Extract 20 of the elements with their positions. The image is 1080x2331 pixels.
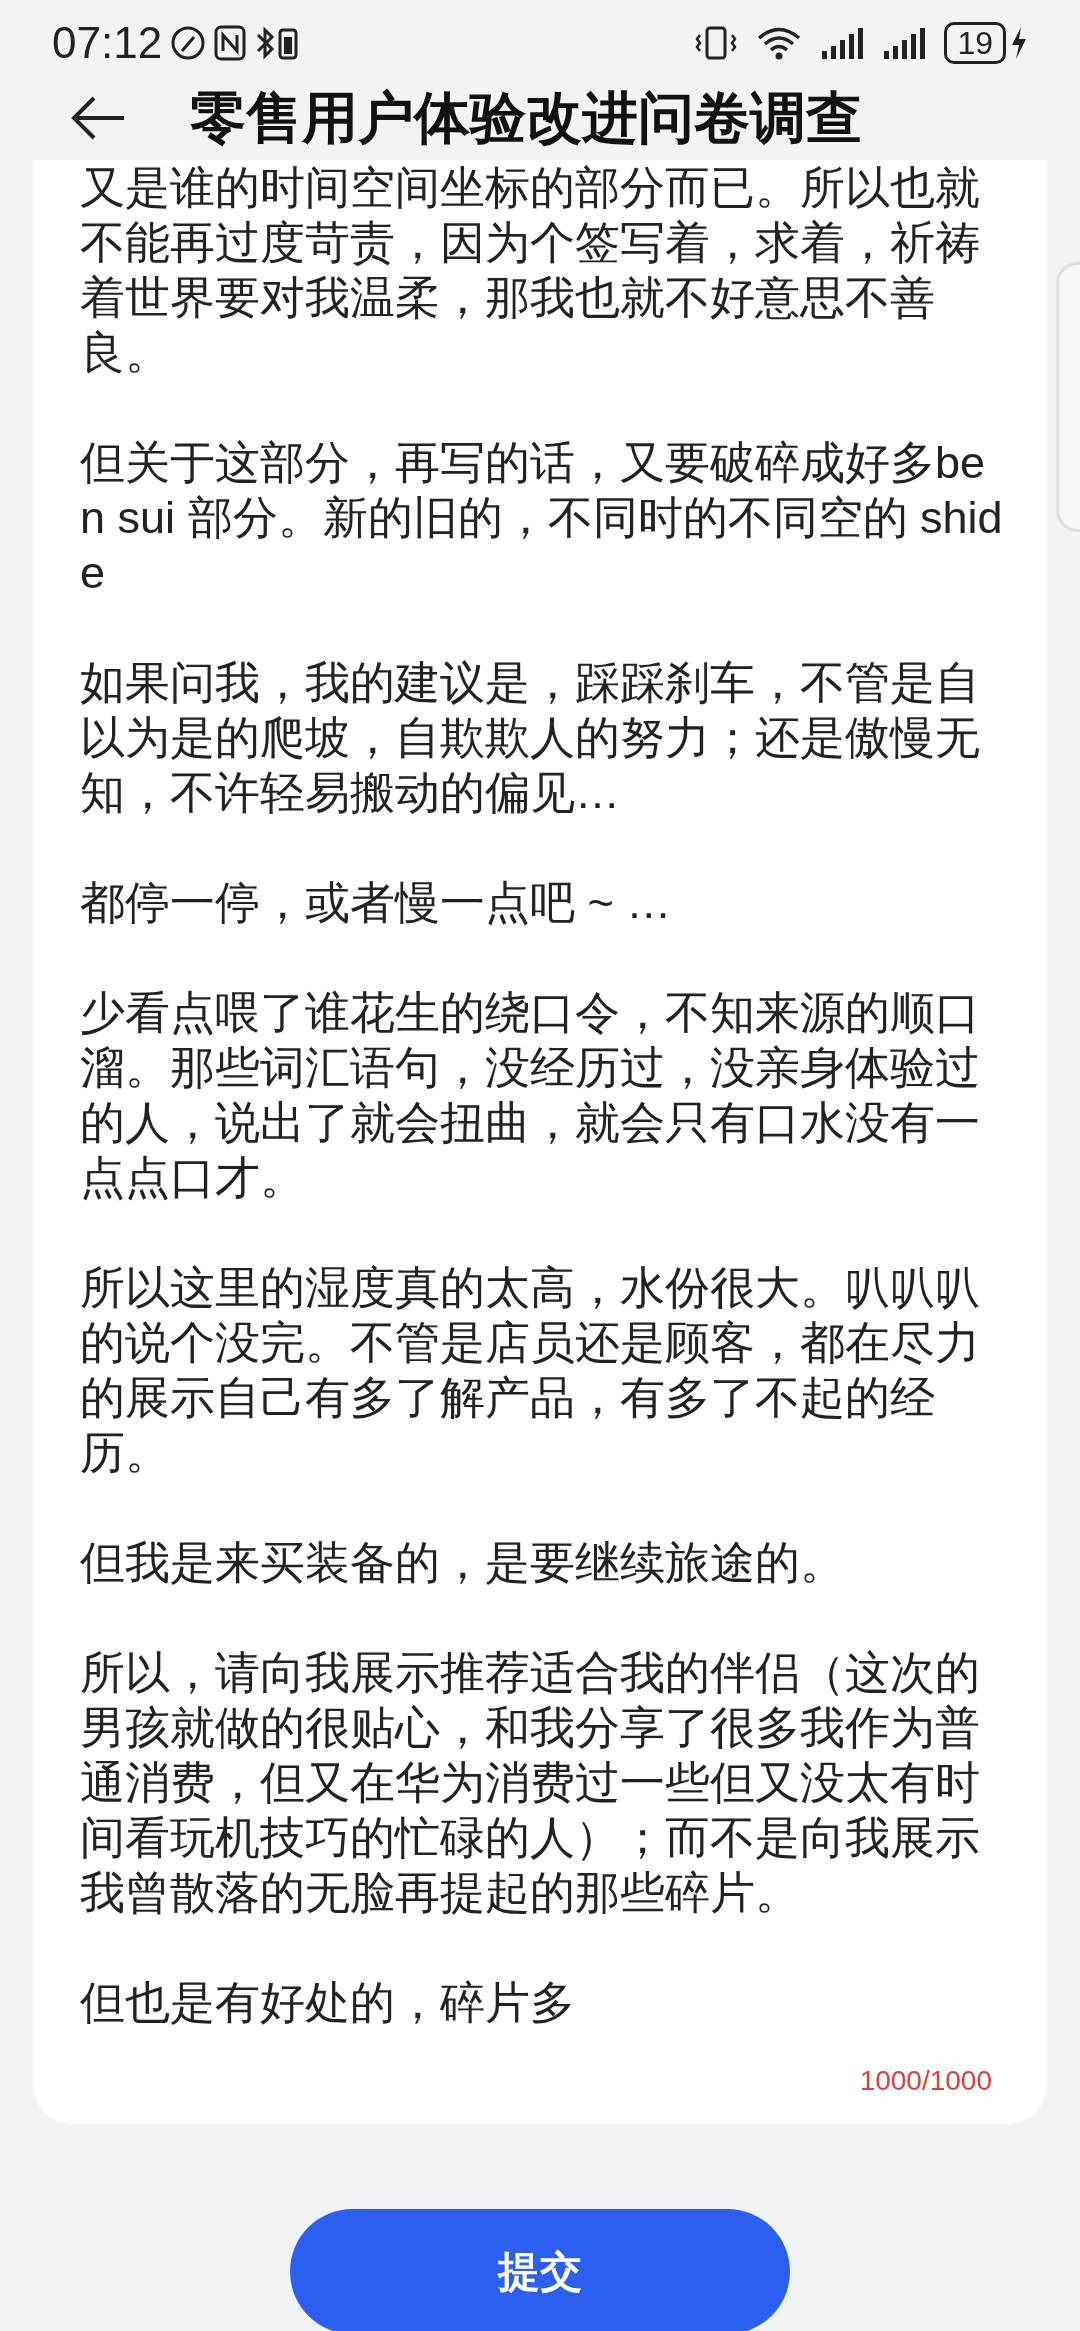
answer-paragraph: 所以，请向我展示推荐适合我的伴侣（这次的男孩就做的很贴心，和我分享了很多我作为普通消费，但又在华为消费过一些但又没太有时间看玩机技巧的忙碌的人）；而不是向我展示我曾散落的无脸再提起的那些碎片。 <box>80 1646 981 1920</box>
answer-paragraph: 但也是有好处的，碎片多 <box>80 1976 576 2030</box>
nfc-icon <box>214 25 247 61</box>
answer-paragraph: 又是谁的时间空间坐标的部分而已。所以也就不能再过度苛责，因为个签写着，求着，祈祷着世界要对我温柔，那我也就不好意思不善良。 <box>80 161 981 380</box>
signal-icon <box>820 25 865 61</box>
answer-paragraph: 但我是来买装备的，是要继续旅途的。 <box>80 1536 846 1590</box>
signal-icon <box>882 25 927 61</box>
answer-paragraph: 都停一停，或者慢一点吧 ~ … <box>80 876 673 930</box>
answer-paragraph: 如果问我，我的建议是，踩踩刹车，不管是自以为是的爬坡，自欺欺人的努力；还是傲慢无知，不许轻易搬动的偏见… <box>80 656 981 820</box>
answer-paragraph: 但关于这部分，再写的话，又要破碎成好多ben sui 部分。新的旧的，不同时的不同空的 shide <box>80 436 1004 600</box>
vibrate-icon <box>694 25 739 61</box>
status-time: 07:12 <box>52 17 163 69</box>
battery-level: 19 <box>944 22 1006 64</box>
character-count: 1000/1000 <box>859 2064 992 2098</box>
page-title: 零售用户体验改进问卷调查 <box>190 85 862 151</box>
answer-paragraph: 所以这里的湿度真的太高，水份很大。叭叭叭的说个没完。不管是店员还是顾客，都在尽力的展示自己有多了解产品，有多了不起的经历。 <box>80 1261 981 1480</box>
charging-icon <box>1010 25 1028 61</box>
wifi-icon <box>756 25 803 61</box>
submit-button[interactable]: 提交 <box>290 2209 790 2331</box>
answer-paragraph: 少看点喂了谁花生的绕口令，不知来源的顺口溜。那些词汇语句，没经历过，没亲身体验过的人，说出了就会扭曲，就会只有口水没有一点点口才。 <box>80 986 981 1205</box>
